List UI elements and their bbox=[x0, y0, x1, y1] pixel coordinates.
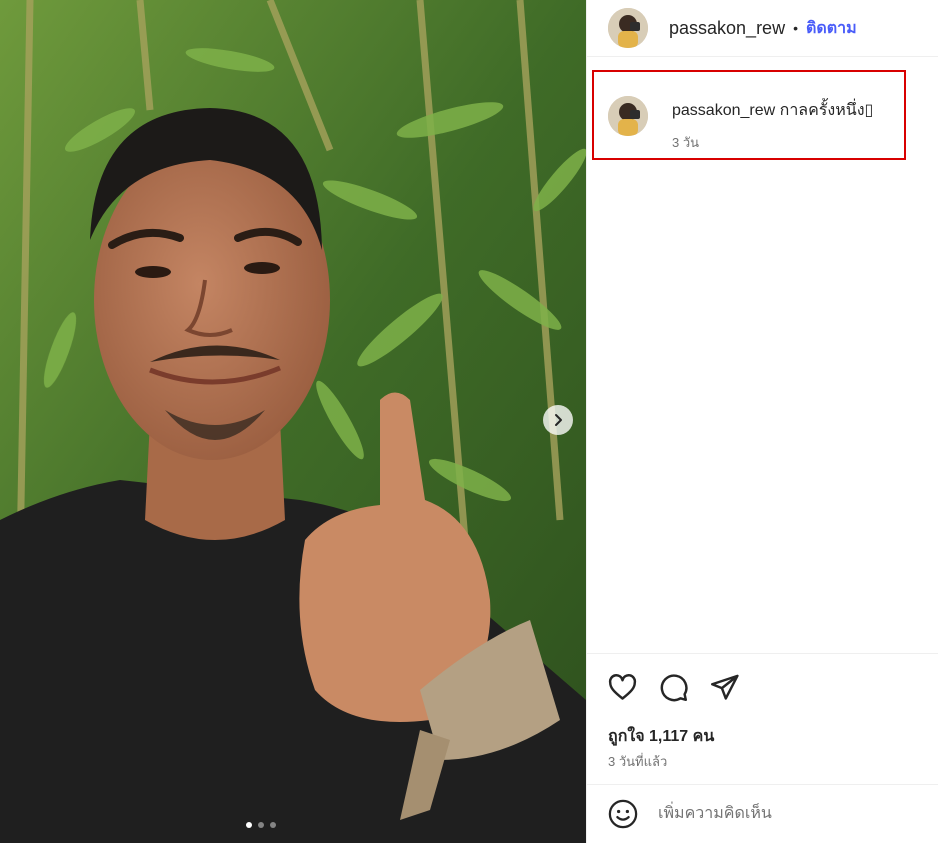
carousel-indicator bbox=[246, 822, 276, 828]
post-caption: passakon_rew กาลครั้งหนึ่ง▯ 3 วัน bbox=[592, 70, 906, 160]
caption-time[interactable]: 3 วัน bbox=[672, 132, 873, 153]
header-username[interactable]: passakon_rew bbox=[669, 18, 785, 39]
post-header: passakon_rew • ติดตาม bbox=[587, 0, 938, 57]
avatar-image bbox=[608, 96, 648, 136]
emoji-button[interactable] bbox=[608, 799, 638, 829]
action-icons bbox=[607, 672, 740, 703]
post-date[interactable]: 3 วันที่แล้ว bbox=[608, 751, 667, 772]
post-details-panel: passakon_rew • ติดตาม passakon_rew กาลคร… bbox=[586, 0, 938, 843]
avatar[interactable] bbox=[608, 8, 648, 48]
comment-button[interactable] bbox=[658, 672, 689, 703]
emoji-icon bbox=[608, 799, 638, 829]
follow-button[interactable]: ติดตาม bbox=[806, 16, 857, 41]
carousel-dot bbox=[258, 822, 264, 828]
post-actions: ถูกใจ 1,117 คน 3 วันที่แล้ว bbox=[587, 653, 938, 784]
post-photo bbox=[0, 0, 586, 843]
heart-icon bbox=[608, 674, 637, 700]
avatar-image bbox=[608, 8, 648, 48]
photo-scene bbox=[0, 0, 586, 843]
share-icon bbox=[711, 674, 739, 700]
like-button[interactable] bbox=[607, 672, 638, 703]
caption-body: passakon_rew กาลครั้งหนึ่ง▯ 3 วัน bbox=[672, 98, 873, 158]
avatar[interactable] bbox=[608, 96, 648, 136]
comment-form bbox=[587, 784, 938, 843]
share-button[interactable] bbox=[709, 672, 740, 703]
carousel-next-button[interactable] bbox=[543, 405, 573, 435]
comment-icon bbox=[660, 674, 688, 702]
header-separator: • bbox=[793, 20, 798, 36]
caption-username[interactable]: passakon_rew bbox=[672, 102, 775, 119]
caption-text: กาลครั้งหนึ่ง▯ bbox=[779, 102, 874, 119]
caption-line: passakon_rew กาลครั้งหนึ่ง▯ bbox=[672, 98, 873, 123]
chevron-right-icon bbox=[555, 414, 562, 426]
carousel-dot bbox=[270, 822, 276, 828]
comment-input[interactable] bbox=[658, 799, 928, 829]
like-count[interactable]: ถูกใจ 1,117 คน bbox=[608, 724, 714, 749]
carousel-dot bbox=[246, 822, 252, 828]
